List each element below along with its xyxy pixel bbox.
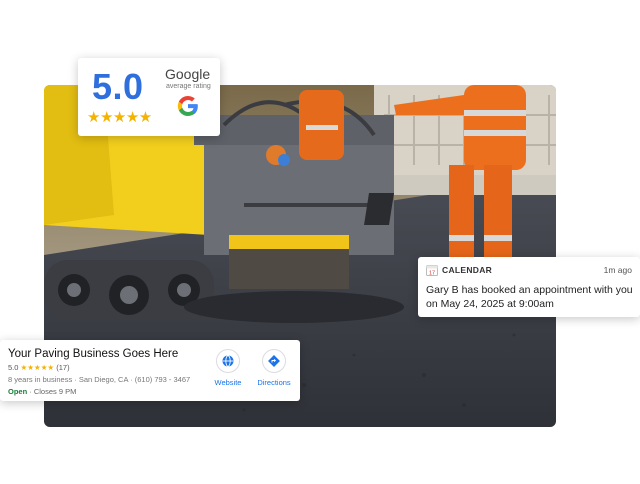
business-rating-value: 5.0 xyxy=(8,363,19,372)
rating-score: 5.0 xyxy=(92,66,144,107)
calendar-app-name: CALENDAR xyxy=(442,265,493,275)
closing-time: · Closes 9 PM xyxy=(27,387,77,396)
business-name[interactable]: Your Paving Business Goes Here xyxy=(8,348,178,360)
calendar-notification[interactable]: 17 CALENDAR 1m ago Gary B has booked an … xyxy=(418,257,640,317)
directions-label: Directions xyxy=(257,378,291,387)
google-rating-card: 5.0 ★★★★★ Google average rating xyxy=(78,58,220,136)
rating-stars: ★★★★★ xyxy=(87,109,152,126)
business-rating: 5.0 ★★★★★ (17) xyxy=(8,363,70,372)
business-review-count[interactable]: (17) xyxy=(56,363,69,372)
calendar-icon-number: 17 xyxy=(429,271,435,277)
open-status: Open xyxy=(8,387,28,396)
google-g-icon xyxy=(177,96,198,116)
website-label: Website xyxy=(214,378,242,387)
business-listing-card: Your Paving Business Goes Here 5.0 ★★★★★… xyxy=(0,340,300,401)
notification-time: 1m ago xyxy=(603,265,632,275)
rating-subtitle: average rating xyxy=(166,83,211,90)
directions-button[interactable]: Directions xyxy=(250,349,298,387)
website-button[interactable]: Website xyxy=(204,349,252,387)
rating-brand: Google xyxy=(165,66,211,82)
business-rating-stars: ★★★★★ xyxy=(20,363,55,372)
business-meta: 8 years in business · San Diego, CA · (6… xyxy=(8,375,191,384)
globe-icon xyxy=(216,349,240,373)
notification-message: Gary B has booked an appointment with yo… xyxy=(426,284,633,310)
calendar-icon: 17 xyxy=(426,265,438,277)
business-hours: Open · Closes 9 PM xyxy=(8,387,76,396)
directions-icon xyxy=(262,349,286,373)
